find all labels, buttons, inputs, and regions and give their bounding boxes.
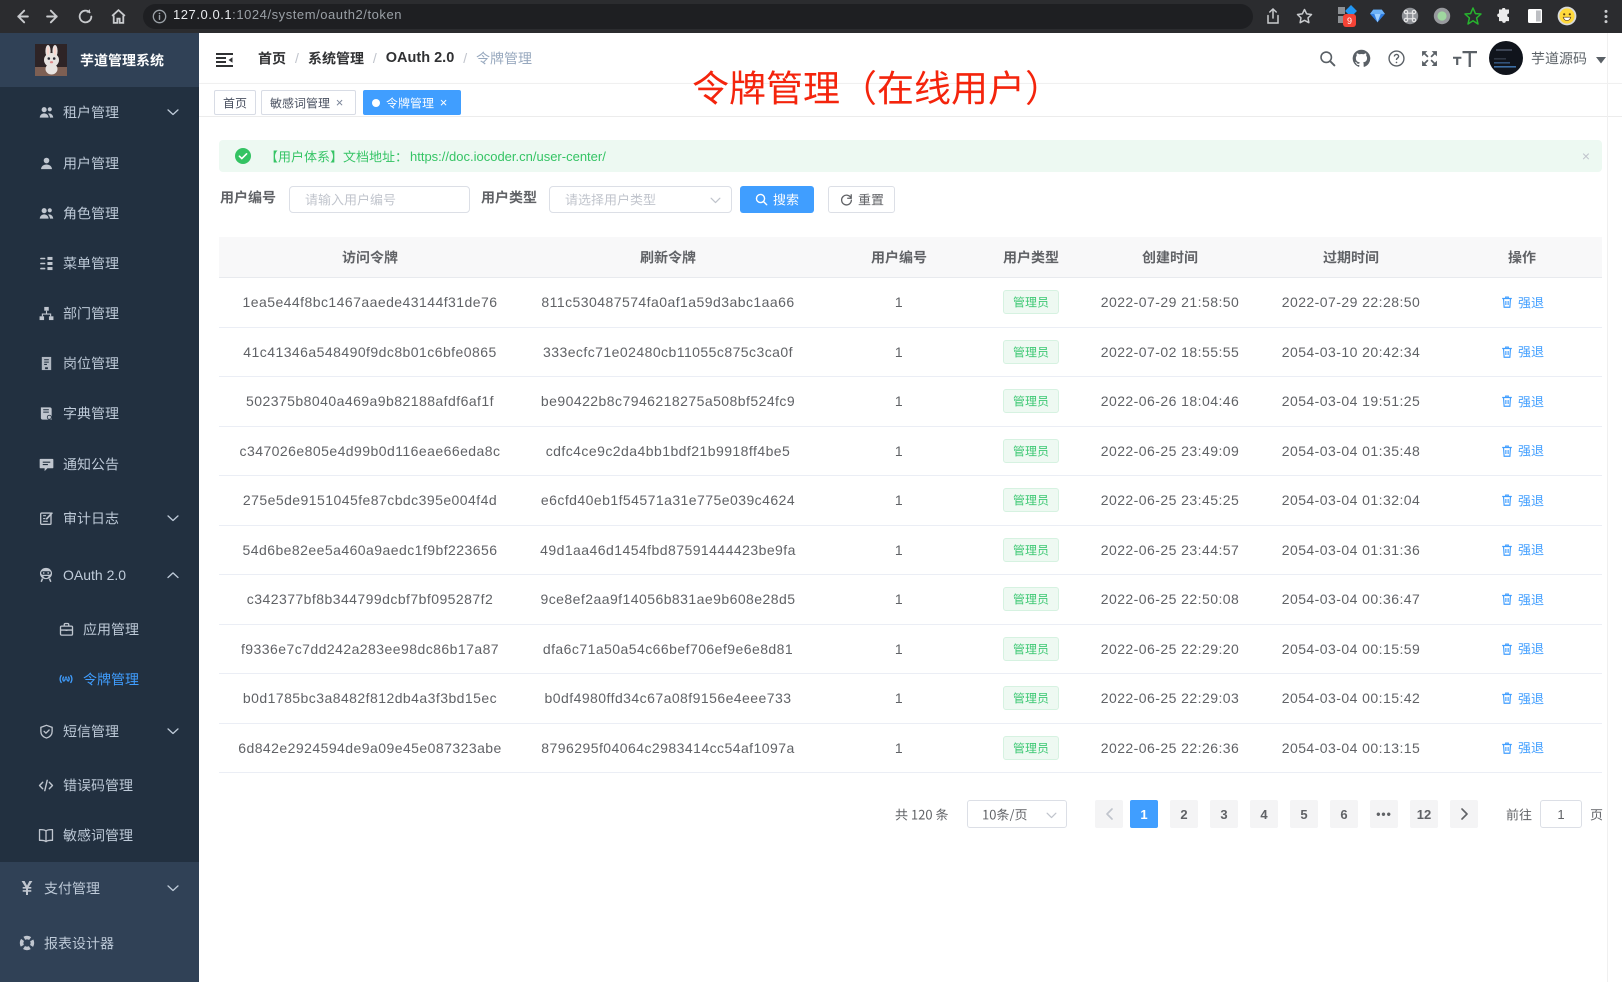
svg-text:A: A (63, 677, 68, 684)
